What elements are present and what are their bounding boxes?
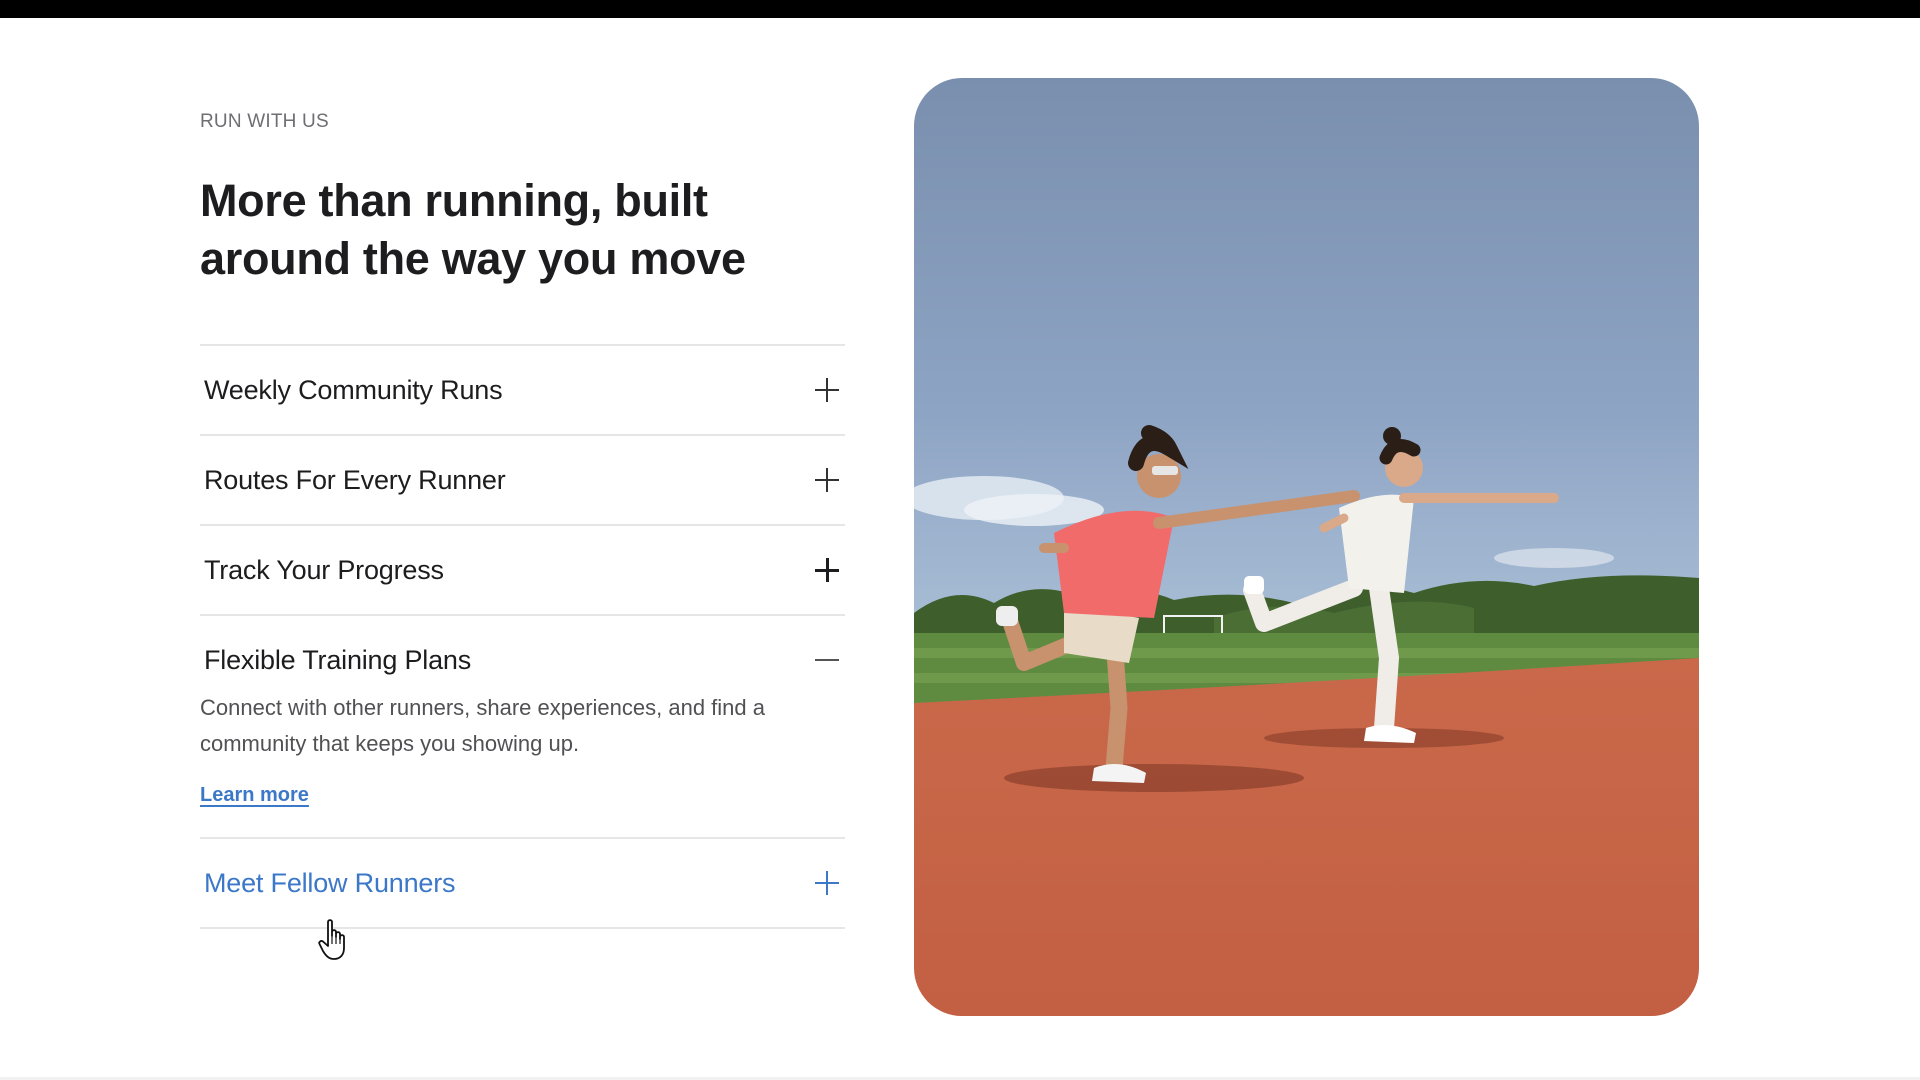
accordion-panel-text: Connect with other runners, share experi…: [200, 695, 765, 756]
accordion-panel-flexible-training-plans: Connect with other runners, share experi…: [200, 690, 845, 837]
plus-icon[interactable]: [813, 376, 841, 404]
plus-icon[interactable]: [813, 466, 841, 494]
accordion-title: Track Your Progress: [204, 554, 444, 585]
content-column: RUN WITH US More than running, built aro…: [200, 110, 845, 929]
hand-cursor-icon: [318, 919, 345, 960]
minus-icon[interactable]: [813, 646, 841, 674]
accordion-header-track-your-progress[interactable]: Track Your Progress: [200, 526, 845, 614]
accordion-header-weekly-community-runs[interactable]: Weekly Community Runs: [200, 346, 845, 434]
accordion-title: Weekly Community Runs: [204, 374, 503, 405]
feature-accordion: Weekly Community Runs Routes For Every R…: [200, 344, 845, 929]
runners-photo: [914, 78, 1699, 1016]
runners-photo-illustration: [914, 78, 1699, 1016]
accordion-item-track-your-progress: Track Your Progress: [200, 526, 845, 616]
accordion-title: Meet Fellow Runners: [204, 867, 456, 898]
accordion-item-routes-for-every-runner: Routes For Every Runner: [200, 436, 845, 526]
top-black-bar: [0, 0, 1920, 18]
section-headline: More than running, built around the way …: [200, 175, 746, 284]
accordion-item-flexible-training-plans: Flexible Training Plans Connect with oth…: [200, 616, 845, 839]
learn-more-link[interactable]: Learn more: [200, 784, 309, 807]
accordion-title: Routes For Every Runner: [204, 464, 506, 495]
accordion-item-weekly-community-runs: Weekly Community Runs: [200, 346, 845, 436]
accordion-header-meet-fellow-runners[interactable]: Meet Fellow Runners: [200, 839, 845, 927]
plus-icon[interactable]: [813, 869, 841, 897]
section-eyebrow: RUN WITH US: [200, 111, 329, 132]
plus-icon[interactable]: [813, 556, 841, 584]
accordion-header-routes-for-every-runner[interactable]: Routes For Every Runner: [200, 436, 845, 524]
accordion-item-meet-fellow-runners: Meet Fellow Runners: [200, 839, 845, 929]
accordion-title: Flexible Training Plans: [204, 644, 472, 675]
